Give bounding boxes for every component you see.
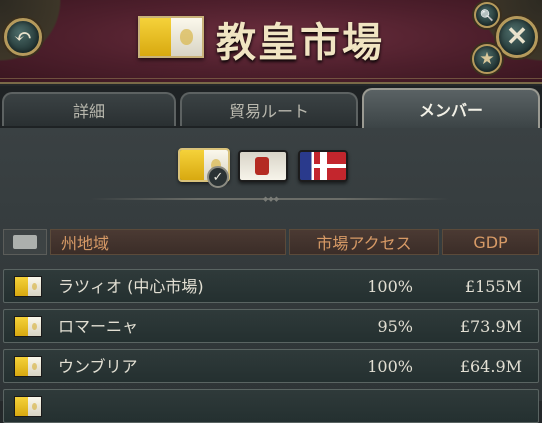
favorite-button[interactable]: ★ [472, 44, 502, 74]
table-row[interactable] [3, 389, 539, 423]
star-icon: ★ [479, 49, 495, 69]
divider-ornament-icon: ◆◆◆ [262, 195, 280, 203]
papal-states-flag-icon [14, 316, 42, 337]
region-name: ウンブリア [58, 357, 138, 376]
close-button[interactable]: ✕ [496, 16, 538, 58]
gdp-value: £155M [464, 277, 522, 296]
papal-states-flag-icon [138, 16, 204, 58]
column-header-market-access[interactable]: 市場アクセス [289, 229, 439, 255]
column-header-gdp[interactable]: GDP [442, 229, 539, 255]
papal-states-flag-icon [14, 396, 42, 417]
market-access-value: 100% [367, 357, 413, 376]
page-title: 教皇市場 [216, 20, 384, 66]
flag-placeholder-icon [13, 235, 37, 249]
selected-check-icon: ✓ [207, 166, 229, 188]
table-row[interactable]: ウンブリア 100% £64.9M [3, 349, 539, 383]
member-flag-sardinia[interactable] [298, 150, 348, 182]
back-arrow-icon: ↶ [13, 24, 33, 50]
search-button[interactable]: 🔍 [474, 2, 500, 28]
tab-members[interactable]: メンバー [362, 88, 540, 128]
papal-states-flag-icon [14, 276, 42, 297]
table-row[interactable]: ラツィオ (中心市場) 100% £155M [3, 269, 539, 303]
tab-trade-routes[interactable]: 貿易ルート [180, 92, 358, 126]
tab-bar: 詳細 貿易ルート メンバー [0, 86, 542, 128]
market-access-value: 100% [367, 277, 413, 296]
gdp-value: £73.9M [459, 317, 522, 336]
tab-details[interactable]: 詳細 [2, 92, 176, 126]
close-icon: ✕ [506, 22, 528, 52]
region-name: ラツィオ (中心市場) [58, 277, 204, 296]
region-name: ロマーニャ [58, 317, 139, 336]
search-icon: 🔍 [480, 8, 494, 22]
back-button[interactable]: ↶ [4, 18, 42, 56]
papal-states-flag-icon [14, 356, 42, 377]
gdp-value: £64.9M [459, 357, 522, 376]
member-flag-spain[interactable] [238, 150, 288, 182]
flag-column-header[interactable] [3, 229, 47, 255]
market-access-value: 95% [377, 317, 413, 336]
market-header: ↶ 教皇市場 🔍 ✕ ★ [0, 0, 542, 84]
column-header-region[interactable]: 州地域 [50, 229, 286, 255]
table-row[interactable]: ロマーニャ 95% £73.9M [3, 309, 539, 343]
members-panel: ✓ ◆◆◆ 州地域 市場アクセス GDP ラツィオ (中心市場) 100% £1… [0, 128, 542, 423]
